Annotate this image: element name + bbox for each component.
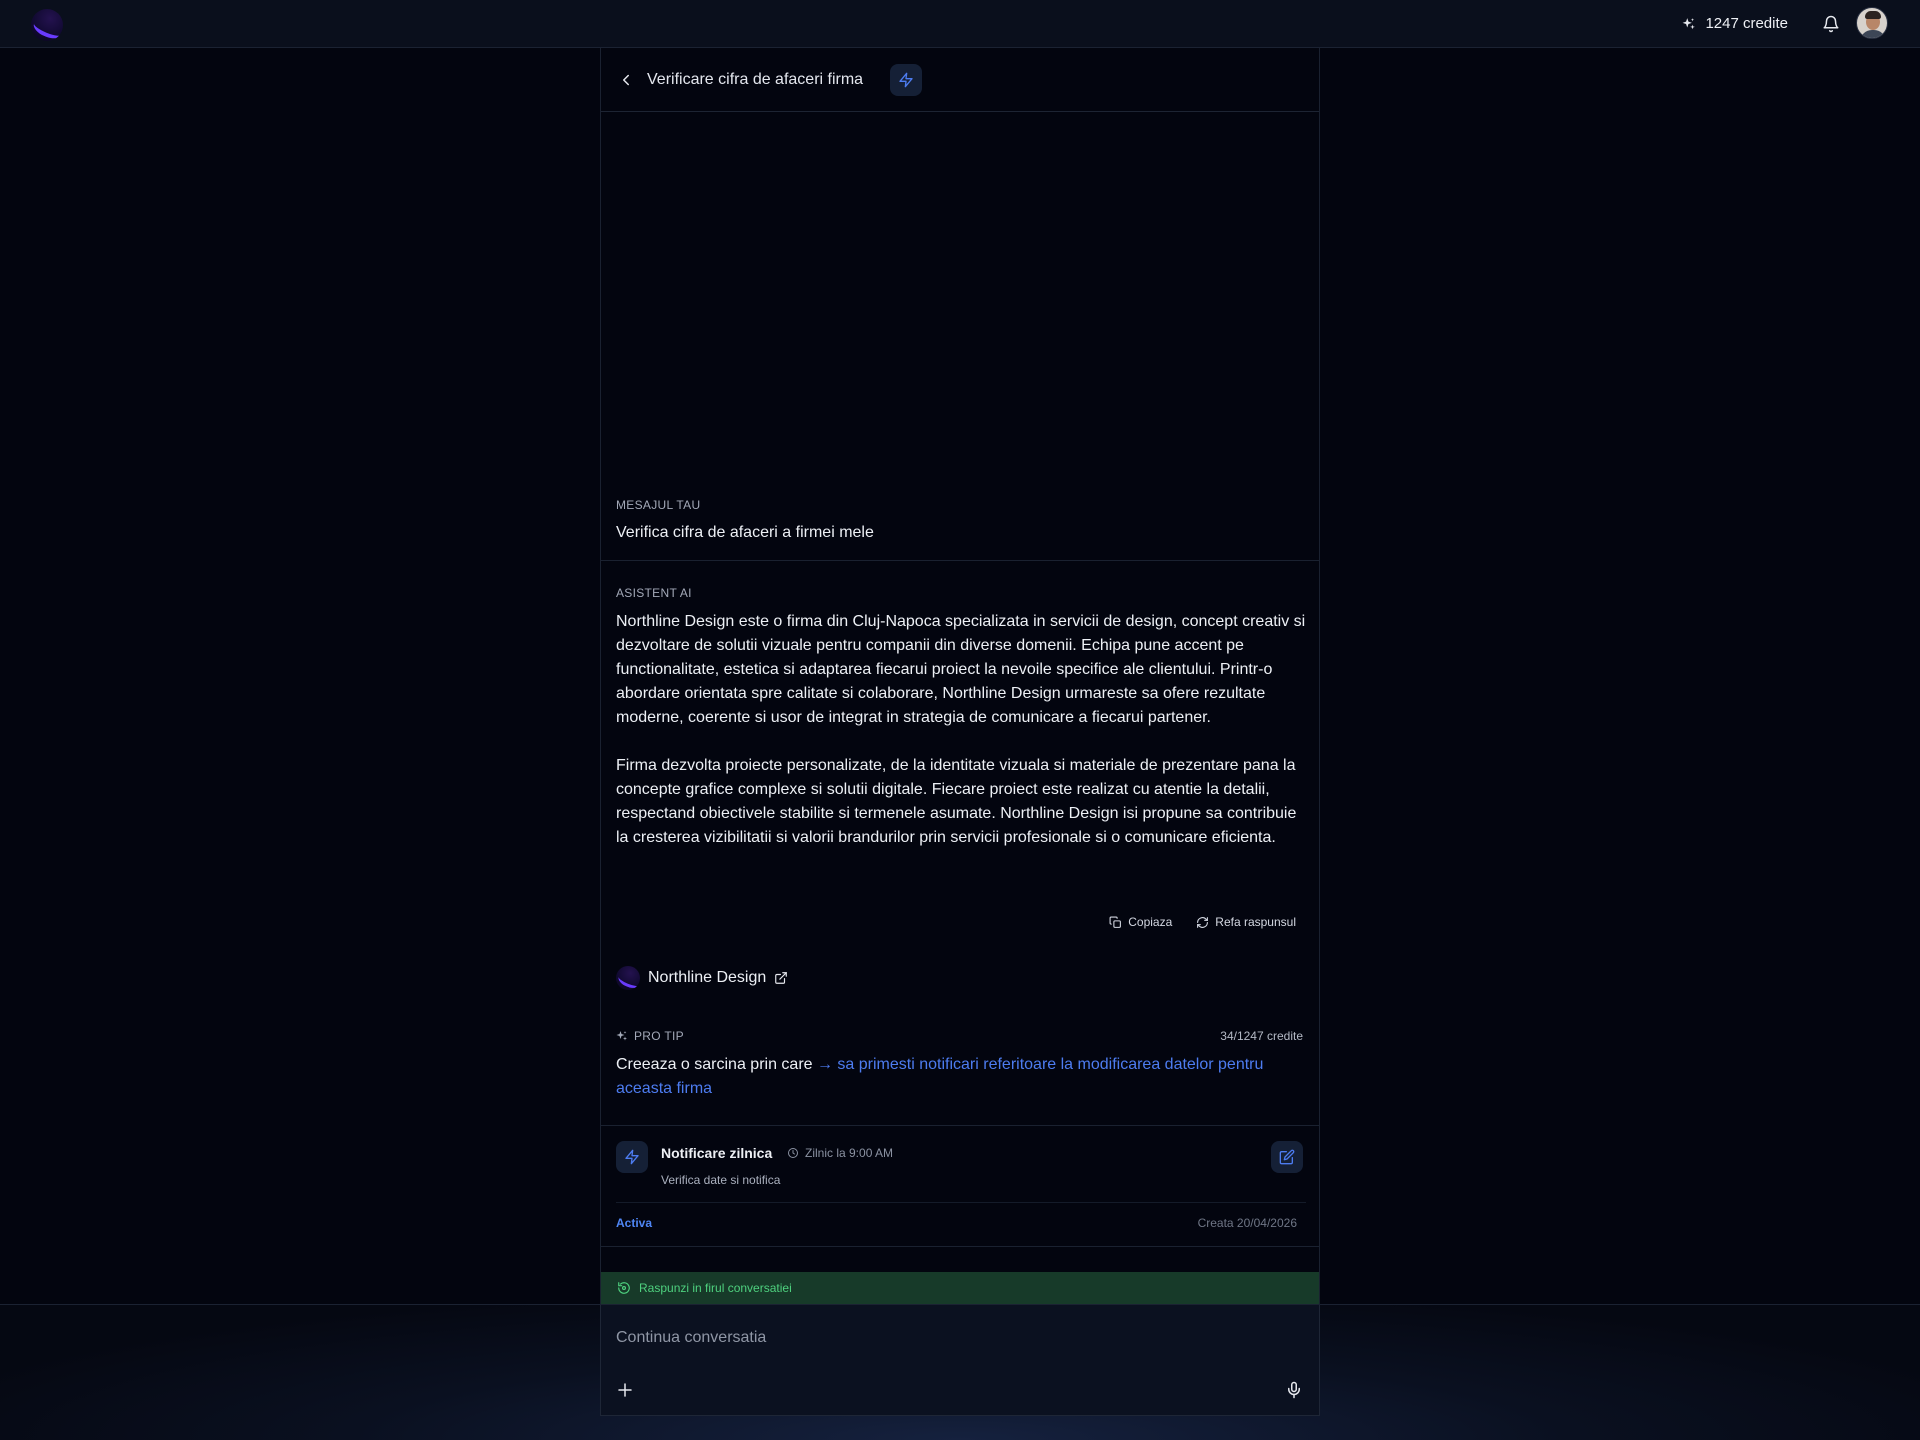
reply-thread-icon	[618, 1282, 630, 1294]
edit-task-button[interactable]	[1271, 1141, 1303, 1173]
lightning-icon	[899, 72, 913, 88]
automation-badge[interactable]	[890, 64, 922, 96]
sparkle-icon	[616, 1031, 627, 1041]
ai-message-label: ASISTENT AI	[616, 586, 692, 600]
plus-icon[interactable]	[616, 1381, 634, 1399]
ai-message-text: Northline Design este o firma din Cluj-N…	[616, 610, 1306, 850]
protip-label: PRO TIP	[616, 1029, 684, 1043]
regenerate-label: Refa raspunsul	[1215, 915, 1296, 929]
divider	[601, 1246, 1319, 1247]
task-title: Notificare zilnica	[661, 1145, 773, 1161]
task-status-badge: Activa	[616, 1216, 653, 1230]
protip-credits: 34/1247 credite	[1220, 1029, 1303, 1043]
divider	[601, 1125, 1319, 1126]
chevron-left-icon[interactable]	[617, 71, 635, 89]
credits-indicator[interactable]: 1247 credite	[1682, 15, 1788, 32]
message-actions: Copiaza Refa raspunsul	[1109, 915, 1296, 929]
conversation-panel: Verificare cifra de afaceri firma MESAJU…	[600, 48, 1320, 1440]
clock-icon	[788, 1148, 798, 1158]
copy-label: Copiaza	[1128, 915, 1173, 929]
credits-label: 1247 credite	[1705, 15, 1788, 32]
task-created-date: Creata 20/04/2026	[1197, 1216, 1297, 1230]
edit-icon	[1279, 1149, 1295, 1165]
protip-title: PRO TIP	[634, 1029, 684, 1043]
user-message-label: MESAJUL TAU	[616, 498, 701, 512]
task-description: Verifica date si notifica	[661, 1173, 781, 1187]
regenerate-button[interactable]: Refa raspunsul	[1196, 915, 1296, 929]
ai-paragraph: Northline Design este o firma din Cluj-N…	[616, 613, 1306, 726]
bell-icon[interactable]	[1822, 15, 1840, 33]
conversation-title: Verificare cifra de afaceri firma	[647, 71, 864, 88]
refresh-icon	[1197, 916, 1209, 928]
conversation-header: Verificare cifra de afaceri firma	[601, 48, 1319, 112]
message-input[interactable]: Continua conversatia	[616, 1329, 766, 1347]
composer-area: Continua conversatia	[0, 1304, 1920, 1440]
copy-icon	[1109, 916, 1122, 928]
external-link-icon	[775, 972, 788, 984]
task-schedule: Zilnic la 9:00 AM	[787, 1146, 893, 1160]
lightning-icon	[625, 1149, 639, 1165]
user-message-text: Verifica cifra de afaceri a firmei mele	[616, 524, 874, 541]
top-bar: 1247 credite	[0, 0, 1920, 48]
protip-prefix: Creeaza o sarcina prin care	[616, 1056, 817, 1073]
company-logo	[616, 966, 640, 990]
task-schedule-text: Zilnic la 9:00 AM	[805, 1146, 894, 1160]
source-name: Northline Design	[648, 969, 767, 986]
message-input-box[interactable]: Continua conversatia	[600, 1305, 1320, 1416]
microphone-icon[interactable]	[1285, 1381, 1303, 1399]
sparkle-icon	[1683, 17, 1696, 29]
ai-paragraph: Firma dezvolta proiecte personalizate, d…	[616, 757, 1297, 846]
task-icon-badge	[616, 1141, 648, 1173]
copy-button[interactable]: Copiaza	[1109, 915, 1172, 929]
app-logo[interactable]	[31, 9, 63, 41]
protip-text: Creeaza o sarcina prin care → sa primest…	[616, 1053, 1286, 1101]
thread-reply-indicator: Raspunzi in firul conversatiei	[601, 1272, 1319, 1304]
user-avatar[interactable]	[1856, 7, 1888, 39]
divider	[616, 1202, 1306, 1203]
source-company-link[interactable]: Northline Design	[616, 966, 788, 990]
thread-reply-label: Raspunzi in firul conversatiei	[639, 1281, 792, 1295]
divider	[601, 560, 1319, 561]
